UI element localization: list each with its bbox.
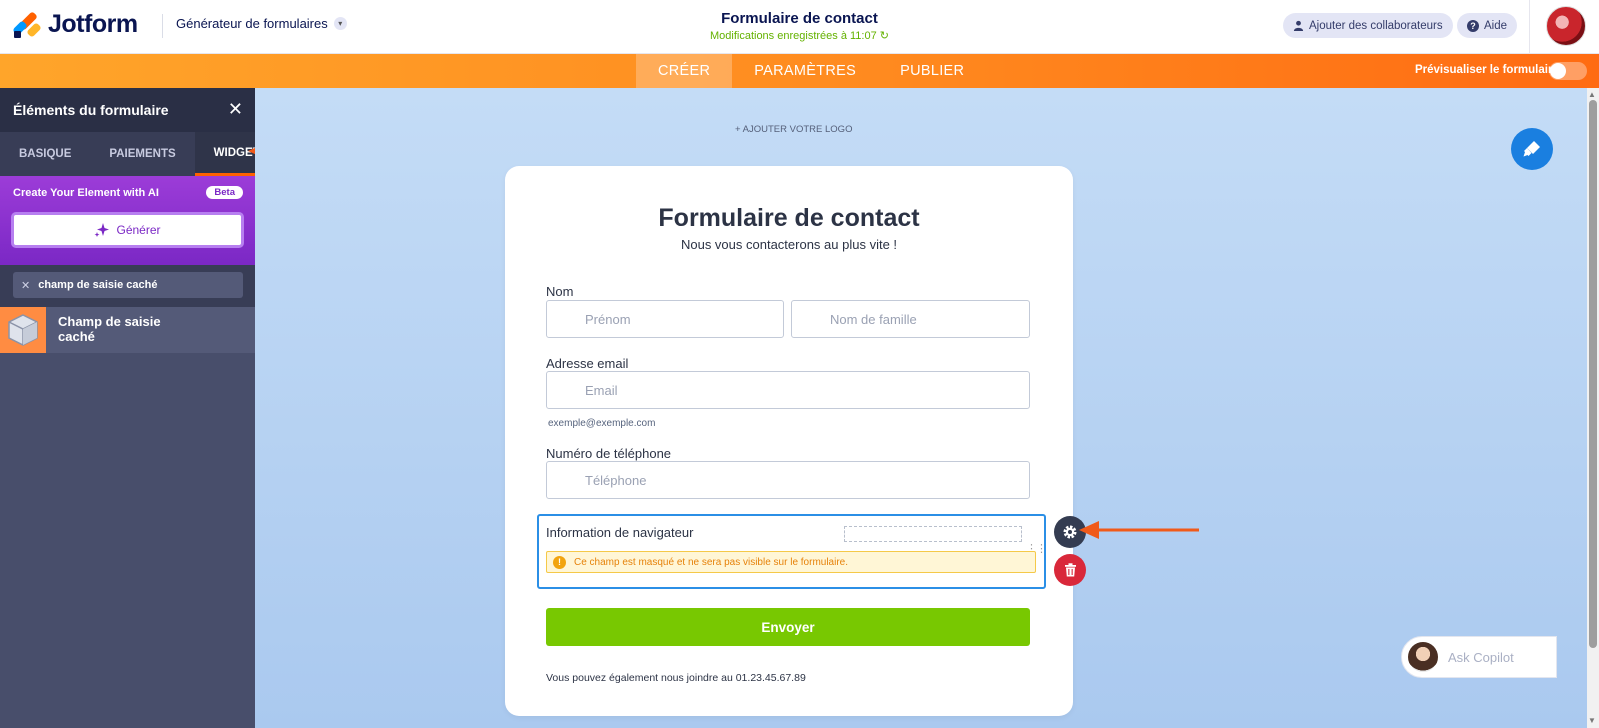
preview-toggle[interactable] [1549,62,1587,80]
user-icon [1293,20,1304,31]
ai-panel-title: Create Your Element with AI [13,187,159,199]
generate-label: Générer [116,223,161,237]
ai-element-panel: Create Your Element with AI Beta Générer [0,176,255,265]
sparkles-icon [94,223,110,237]
hidden-field-warning-text: Ce champ est masqué et ne sera pas visib… [574,556,849,568]
beta-badge: Beta [206,186,243,199]
avatar[interactable] [1546,6,1586,46]
widget-result-item[interactable]: Champ de saisie caché [0,307,255,353]
scroll-down-icon[interactable]: ▼ [1588,716,1596,725]
email-label: Adresse email [546,356,629,371]
first-name-placeholder: Prénom [585,312,631,327]
copilot-avatar [1408,642,1438,672]
name-label: Nom [546,284,574,299]
paint-roller-icon [1523,141,1540,157]
email-placeholder: Email [585,383,618,398]
last-name-input[interactable]: Nom de famille [791,300,1030,338]
tab-payments[interactable]: PAIEMENTS [90,132,194,176]
close-icon[interactable]: ✕ [228,100,243,118]
tab-settings[interactable]: PARAMÈTRES [732,54,878,88]
help-icon: ? [1467,19,1479,32]
canvas-scrollbar[interactable]: ▲ ▼ [1587,88,1599,728]
contact-info-text[interactable]: Vous pouvez également nous joindre au 01… [546,672,806,684]
hidden-field-block[interactable]: Information de navigateur ⋮⋮ ! Ce champ … [537,514,1047,589]
gear-icon [1063,525,1077,539]
refresh-icon: ↻ [879,30,889,42]
search-value: champ de saisie caché [38,279,158,291]
ask-copilot-button[interactable]: Ask Copilot [1401,636,1557,678]
tab-publish[interactable]: PUBLIER [878,54,986,88]
form-canvas: + AJOUTER VOTRE LOGO Formulaire de conta… [255,88,1599,728]
add-logo-link[interactable]: + AJOUTER VOTRE LOGO [735,124,852,135]
sidebar-tabs: BASIQUE PAIEMENTS WIDGETS [0,132,287,176]
tab-create[interactable]: CRÉER [636,54,733,88]
form-heading[interactable]: Formulaire de contact [505,204,1073,233]
hidden-field-placeholder-box [844,526,1022,542]
warning-icon: ! [553,555,566,569]
form-elements-sidebar: Éléments du formulaire ✕ BASIQUE PAIEMEN… [0,88,287,728]
generate-button[interactable]: Générer [11,212,244,248]
first-name-input[interactable]: Prénom [546,300,784,338]
hidden-field-label: Information de navigateur [546,525,694,540]
top-header: Jotform Générateur de formulaires ▾ Form… [0,0,1599,54]
widget-search: ✕ champ de saisie caché [0,265,255,307]
header-divider-right [1529,0,1530,54]
builder-nav-bar: CRÉER PARAMÈTRES PUBLIER Prévisualiser l… [0,54,1599,88]
trash-icon [1064,563,1076,577]
ask-copilot-label: Ask Copilot [1448,649,1514,665]
builder-tabs: CRÉER PARAMÈTRES PUBLIER [636,54,986,88]
preview-label: Prévisualiser le formulaire [1415,64,1559,76]
sidebar-title: Éléments du formulaire [13,102,169,118]
clear-search-icon[interactable]: ✕ [21,279,30,292]
form-card: Formulaire de contact Nous vous contacte… [505,166,1086,716]
form-subheading[interactable]: Nous vous contacterons au plus vite ! [505,237,1073,252]
help-button[interactable]: ? Aide [1457,13,1518,38]
email-sublabel: exemple@exemple.com [548,418,656,429]
add-collaborators-label: Ajouter des collaborateurs [1309,19,1443,32]
submit-button[interactable]: Envoyer [546,608,1030,646]
sidebar-header: Éléments du formulaire ✕ [0,88,255,132]
help-label: Aide [1484,19,1508,32]
widget-search-input[interactable]: ✕ champ de saisie caché [13,272,243,298]
scroll-up-icon[interactable]: ▲ [1588,90,1596,99]
save-status-text: Modifications enregistrées à 11:07 [709,30,877,42]
hidden-field-warning: ! Ce champ est masqué et ne sera pas vis… [546,551,1036,573]
form-designer-button[interactable] [1511,128,1553,170]
widget-result-label: Champ de saisie caché [58,314,161,344]
scrollbar-thumb[interactable] [1589,100,1597,648]
annotation-arrow-hidden-field [1079,521,1199,539]
phone-placeholder: Téléphone [585,473,647,488]
delete-field-button[interactable] [1054,554,1086,586]
tab-basic[interactable]: BASIQUE [0,132,90,176]
cube-icon [0,307,46,353]
last-name-placeholder: Nom de famille [830,312,917,327]
add-collaborators-button[interactable]: Ajouter des collaborateurs [1283,13,1453,38]
email-input[interactable]: Email [546,371,1030,409]
phone-label: Numéro de téléphone [546,446,672,461]
phone-input[interactable]: Téléphone [546,461,1030,499]
